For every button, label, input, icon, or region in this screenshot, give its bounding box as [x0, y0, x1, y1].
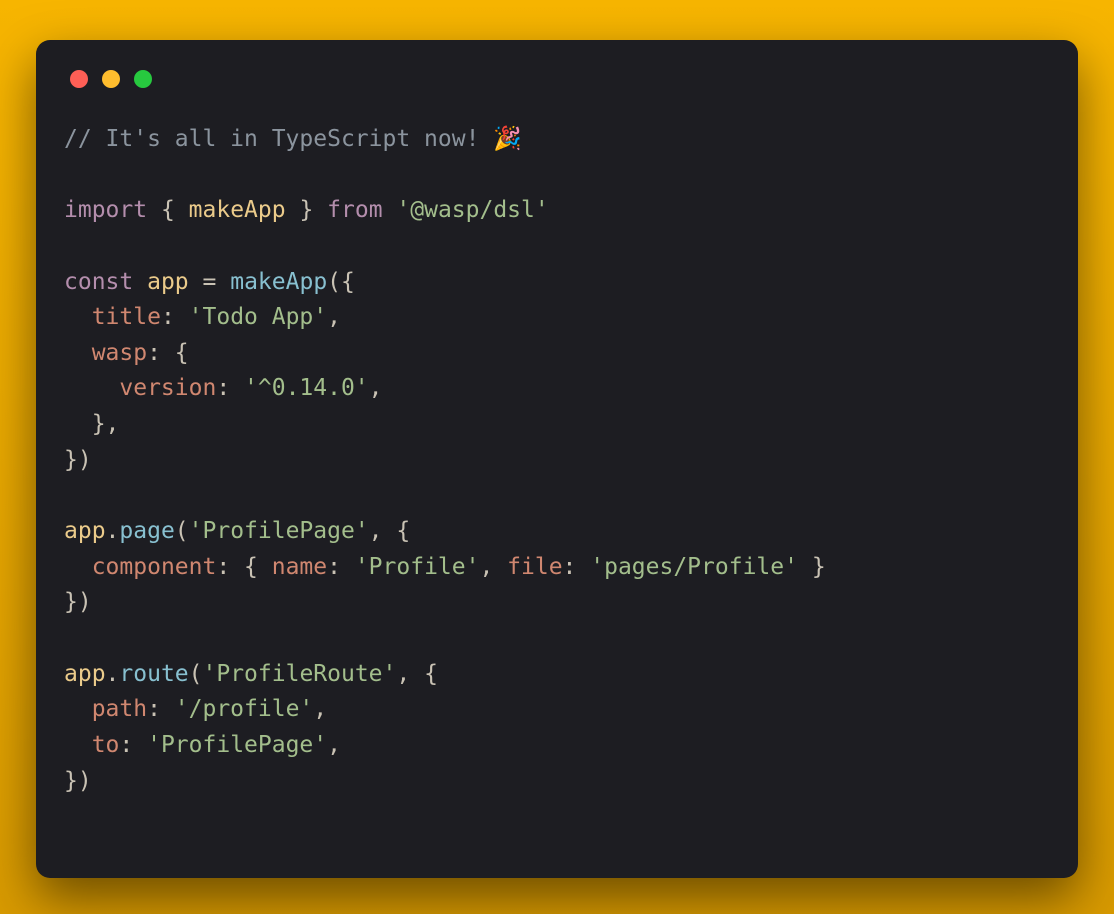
call-close: }) — [64, 589, 92, 615]
call-close: }) — [64, 768, 92, 794]
comma: , — [369, 518, 397, 544]
brace-open: { — [175, 340, 189, 366]
prop-to: to — [92, 732, 120, 758]
var-app: app — [64, 518, 106, 544]
colon: : — [327, 554, 355, 580]
comma: , — [369, 375, 383, 401]
prop-version: version — [119, 375, 216, 401]
var-app: app — [64, 661, 106, 687]
prop-name: name — [272, 554, 327, 580]
val-title: 'Todo App' — [189, 304, 327, 330]
val-to: 'ProfilePage' — [147, 732, 327, 758]
val-name: 'Profile' — [355, 554, 480, 580]
fn-makeApp: makeApp — [230, 269, 327, 295]
kw-from: from — [327, 197, 382, 223]
window-titlebar — [64, 68, 1050, 88]
brace-open: { — [424, 661, 438, 687]
val-version: '^0.14.0' — [244, 375, 369, 401]
comma: , — [479, 554, 507, 580]
fn-page: page — [119, 518, 174, 544]
comma: , — [327, 732, 341, 758]
comma: , — [396, 661, 424, 687]
kw-const: const — [64, 269, 133, 295]
paren-open: ( — [189, 661, 203, 687]
colon: : — [119, 732, 147, 758]
import-ident: makeApp — [189, 197, 286, 223]
val-route-name: 'ProfileRoute' — [203, 661, 397, 687]
prop-file: file — [507, 554, 562, 580]
brace-open: { — [244, 554, 272, 580]
colon: : — [147, 696, 175, 722]
comma: , — [313, 696, 327, 722]
close-icon[interactable] — [70, 70, 88, 88]
colon: : — [147, 340, 175, 366]
code-block: // It's all in TypeScript now! 🎉 import … — [64, 122, 1050, 799]
dot: . — [106, 661, 120, 687]
call-close: }) — [64, 447, 92, 473]
colon: : — [161, 304, 189, 330]
brace-close: } — [798, 554, 826, 580]
op-eq: = — [203, 269, 217, 295]
prop-title: title — [92, 304, 161, 330]
colon: : — [216, 554, 244, 580]
code-window: // It's all in TypeScript now! 🎉 import … — [36, 40, 1078, 878]
prop-component: component — [92, 554, 217, 580]
prop-path: path — [92, 696, 147, 722]
module-string: '@wasp/dsl' — [396, 197, 548, 223]
var-app: app — [147, 269, 189, 295]
prop-wasp: wasp — [92, 340, 147, 366]
brace-open: { — [161, 197, 189, 223]
colon: : — [216, 375, 244, 401]
paren-open: ( — [175, 518, 189, 544]
brace-open: { — [396, 518, 410, 544]
brace-close: } — [286, 197, 314, 223]
code-comment: // It's all in TypeScript now! 🎉 — [64, 126, 522, 152]
close-inner: }, — [92, 411, 120, 437]
fn-route: route — [119, 661, 188, 687]
val-file: 'pages/Profile' — [590, 554, 798, 580]
val-path: '/profile' — [175, 696, 313, 722]
dot: . — [106, 518, 120, 544]
comma: , — [327, 304, 341, 330]
colon: : — [563, 554, 591, 580]
kw-import: import — [64, 197, 147, 223]
val-page-name: 'ProfilePage' — [189, 518, 369, 544]
maximize-icon[interactable] — [134, 70, 152, 88]
minimize-icon[interactable] — [102, 70, 120, 88]
call-open: ({ — [327, 269, 355, 295]
